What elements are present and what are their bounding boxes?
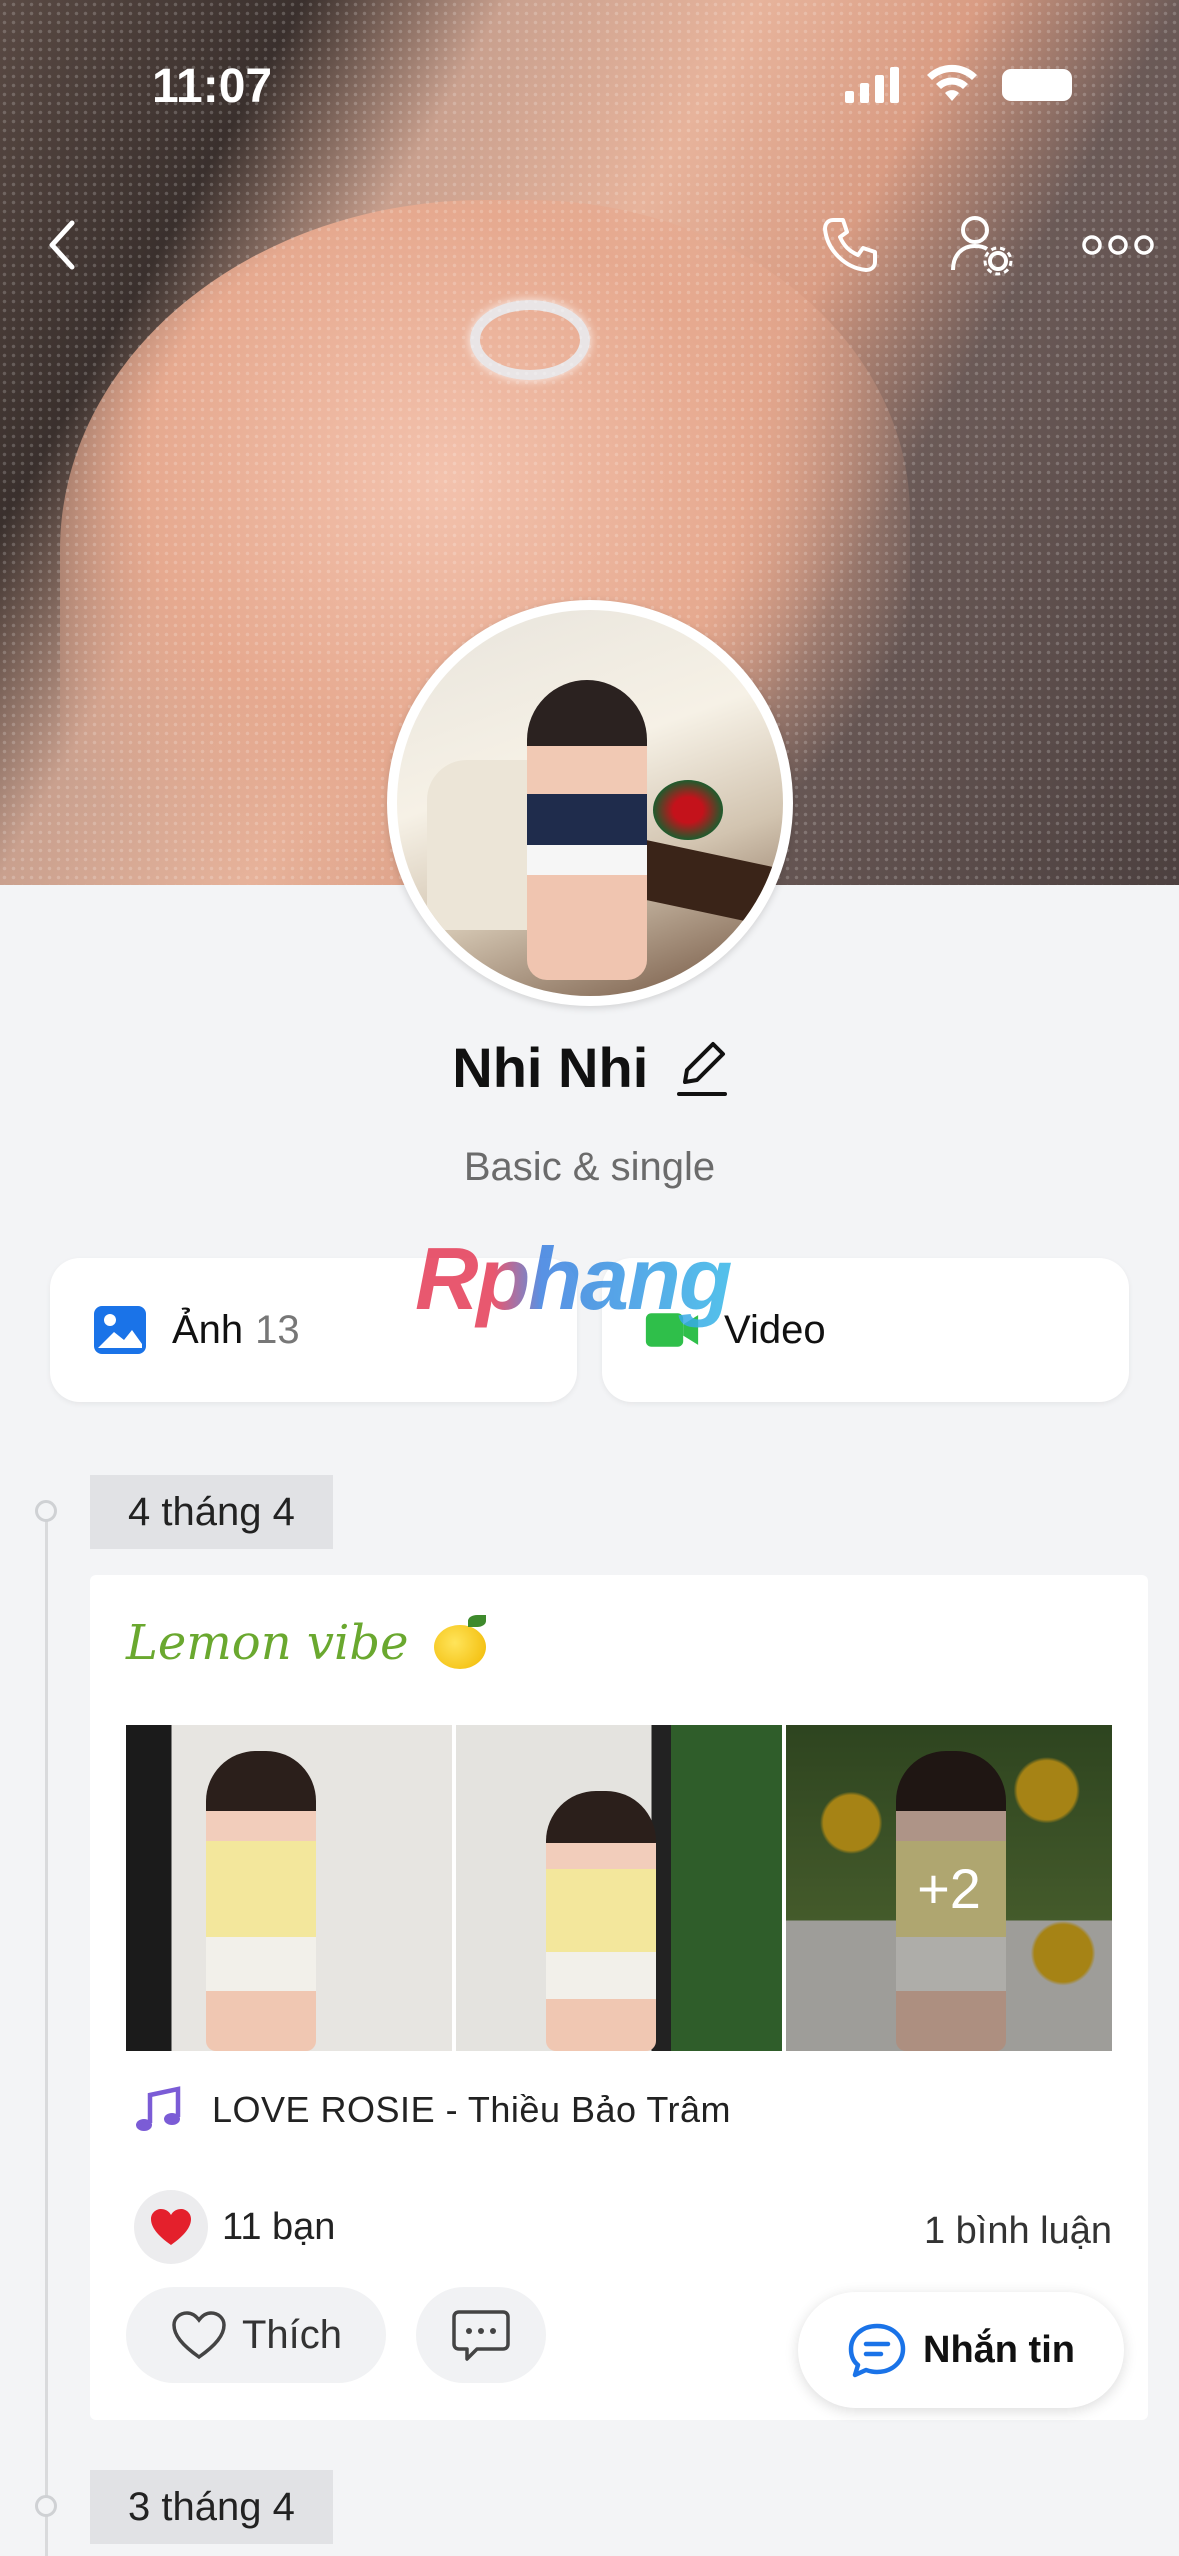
avatar-photo — [397, 610, 783, 996]
profile-name-row: Nhi Nhi — [0, 1035, 1179, 1100]
chat-bubble-icon — [848, 2323, 906, 2378]
comment-bubble-icon — [452, 2310, 510, 2361]
videos-label: Video — [724, 1307, 826, 1352]
post-title-row: Lemon vibe — [126, 1614, 486, 1671]
photos-count: 13 — [255, 1307, 300, 1352]
music-title: LOVE ROSIE - Thiều Bảo Trâm — [212, 2089, 732, 2130]
timeline-line — [45, 1510, 48, 2556]
image-icon — [94, 1306, 146, 1354]
send-message-button[interactable]: Nhắn tin — [798, 2292, 1124, 2408]
timeline-date: 4 tháng 4 — [90, 1475, 333, 1549]
profile-settings-button[interactable] — [942, 205, 1022, 285]
comment-button[interactable] — [416, 2287, 546, 2383]
timeline-dot — [35, 1500, 57, 1522]
post-reactions[interactable]: 11 bạn — [134, 2190, 335, 2264]
heart-outline-icon — [172, 2311, 226, 2360]
back-button[interactable] — [22, 205, 102, 285]
timeline-date: 3 tháng 4 — [90, 2470, 333, 2544]
comments-count[interactable]: 1 bình luận — [924, 2210, 1112, 2253]
like-label: Thích — [241, 2312, 343, 2357]
music-note-icon — [136, 2086, 181, 2131]
more-icon — [1082, 235, 1154, 255]
edit-pencil-icon[interactable] — [675, 1038, 727, 1098]
avatar[interactable] — [387, 600, 793, 1006]
status-bar: 11:07 — [0, 55, 1179, 115]
post-title: Lemon vibe — [126, 1615, 409, 1671]
profile-name: Nhi Nhi — [452, 1036, 649, 1099]
watermark-logo: Rphang — [415, 1229, 733, 1328]
send-message-label: Nhắn tin — [923, 2328, 1075, 2371]
phone-icon — [823, 218, 877, 272]
more-photos-count: +2 — [786, 1725, 1112, 2051]
more-options-button[interactable] — [1073, 205, 1163, 285]
call-button[interactable] — [810, 205, 890, 285]
post-photo-grid: +2 — [126, 1725, 1112, 2051]
wifi-icon — [927, 64, 977, 101]
heart-reaction-icon — [134, 2190, 208, 2264]
chevron-left-icon — [49, 220, 75, 270]
profile-bio: Basic & single — [463, 1145, 716, 1189]
like-button[interactable]: Thích — [126, 2287, 386, 2383]
post-music[interactable]: LOVE ROSIE - Thiều Bảo Trâm — [134, 2085, 731, 2135]
reactions-count: 11 bạn — [222, 2205, 336, 2248]
user-settings-icon — [951, 216, 1013, 276]
top-navigation — [0, 205, 1179, 285]
battery-icon — [1002, 69, 1072, 101]
post-photo[interactable] — [456, 1725, 782, 2051]
post-photo[interactable] — [126, 1725, 452, 2051]
cellular-signal-icon — [845, 65, 905, 103]
photos-label: Ảnh — [172, 1307, 244, 1352]
timeline-dot — [35, 2495, 57, 2517]
post-photo[interactable]: +2 — [786, 1725, 1112, 2051]
status-time: 11:07 — [152, 60, 273, 113]
lemon-emoji-icon — [433, 1614, 486, 1669]
